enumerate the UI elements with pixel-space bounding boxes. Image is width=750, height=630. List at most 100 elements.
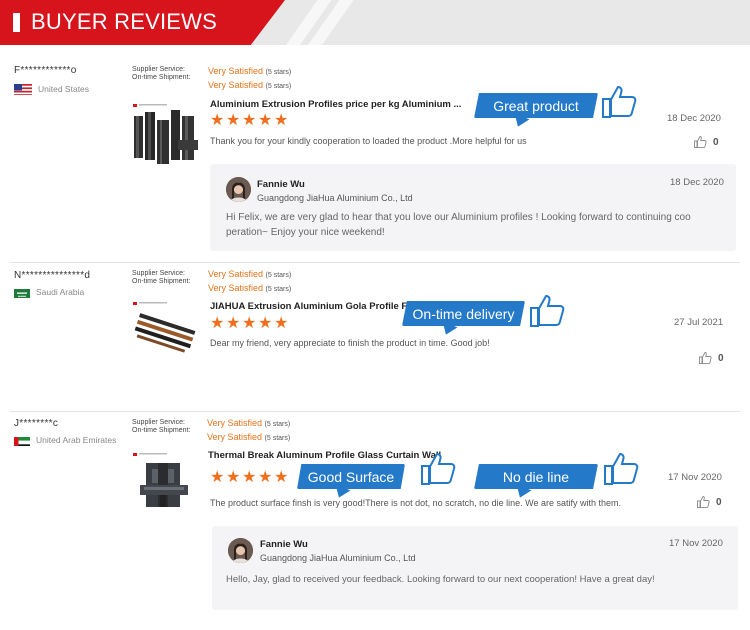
thumbs-up-icon [604,452,639,485]
avatar [228,538,253,563]
buyer-name: J********c [14,418,59,429]
thumbs-up-icon [530,294,565,327]
reviews-header-banner: BUYER REVIEWS [0,0,750,45]
review-comment: The product surface finsh is very good!T… [210,498,622,508]
product-thumbnail[interactable] [130,100,202,166]
product-title-link[interactable]: Thermal Break Aluminum Profile Glass Cur… [208,450,441,461]
rating-note: (5 stars) [265,286,292,293]
product-thumbnail[interactable] [130,298,202,364]
banner-marker [13,13,20,32]
buyer-name: F************o [14,65,77,76]
service-labels: Supplier Service: On-time Shipment: [132,419,190,435]
service-ratings: Very Satisfied (5 stars) Very Satisfied … [207,417,290,445]
on-time-shipment-label: On-time Shipment: [132,278,191,285]
rating-note: (5 stars) [265,272,292,279]
service-labels: Supplier Service: On-time Shipment: [132,66,190,82]
flag-uae-icon [14,435,30,446]
star-icon: ★ [274,469,289,486]
star-icon: ★ [274,315,289,332]
star-icon: ★ [226,469,241,486]
shipment-rating: Very Satisfied [208,283,264,293]
buyer-country: United Arab Emirates [14,434,116,446]
rating-note: (5 stars) [265,69,292,76]
thumbs-up-icon [699,352,712,365]
flag-sa-icon [14,287,30,298]
product-thumbnail[interactable] [130,449,202,515]
supplier-service-label: Supplier Service: [132,270,185,277]
buyer-country: United States [14,83,89,95]
supplier-service-rating: Very Satisfied [208,269,264,279]
service-labels: Supplier Service: On-time Shipment: [132,270,190,286]
star-icon: ★ [226,315,241,332]
on-time-shipment-label: On-time Shipment: [132,427,191,434]
supplier-service-label: Supplier Service: [132,419,185,426]
thumbs-up-icon [694,136,707,149]
thumbs-up-icon [421,452,456,485]
review-comment: Dear my friend, very appreciate to finis… [210,338,490,348]
reply-company: Guangdong JiaHua Aluminium Co., Ltd [257,193,413,203]
like-count: 0 [713,136,719,148]
country-name: United Arab Emirates [36,435,117,445]
service-ratings: Very Satisfied (5 stars) Very Satisfied … [208,268,291,296]
supplier-reply: Fannie Wu Guangdong JiaHua Aluminium Co.… [212,526,738,610]
reply-text: Hello, Jay, glad to received your feedba… [226,574,655,585]
like-button[interactable]: 0 [696,495,722,509]
supplier-reply: Fannie Wu Guangdong JiaHua Aluminium Co.… [210,164,736,251]
reply-author-name: Fannie Wu [257,179,305,190]
star-icon: ★ [258,315,273,332]
like-button[interactable]: 0 [693,135,719,149]
buyer-country: Saudi Arabia [14,286,84,298]
country-name: United States [38,84,90,94]
review-date: 17 Nov 2020 [668,472,722,483]
divider [10,262,740,263]
star-icon: ★ [242,315,257,332]
like-count: 0 [716,496,722,508]
shipment-rating: Very Satisfied [207,432,263,442]
review-date: 27 Jul 2021 [674,317,724,328]
supplier-service-label: Supplier Service: [132,66,185,73]
review-card: F************o United States Supplier Se… [0,52,750,260]
rating-note: (5 stars) [264,435,291,442]
tag-no-die-line: No die line [474,464,598,489]
rating-note: (5 stars) [264,421,291,428]
reply-text-line: peration~ Enjoy your nice weekend! [226,227,385,238]
product-title-link[interactable]: Aluminium Extrusion Profiles price per k… [210,99,461,110]
star-rating: ★ ★ ★ ★ ★ [210,469,290,486]
reply-date: 18 Dec 2020 [670,177,724,188]
avatar [226,177,251,202]
reply-text: Hi Felix, we are very glad to hear that … [226,210,731,240]
review-comment: Thank you for your kindly cooperation to… [210,136,527,146]
star-icon: ★ [210,315,225,332]
review-card: J********c United Arab Emirates Supplier… [0,413,750,630]
like-button[interactable]: 0 [698,351,724,365]
star-icon: ★ [210,469,225,486]
reply-date: 17 Nov 2020 [669,538,723,549]
tag-good-surface: Good Surface [297,464,405,489]
reply-company: Guangdong JiaHua Aluminium Co., Ltd [260,553,416,563]
buyer-name: N***************d [14,270,91,281]
supplier-service-rating: Very Satisfied [207,418,263,428]
star-icon: ★ [258,112,273,129]
country-name: Saudi Arabia [36,287,85,297]
supplier-service-rating: Very Satisfied [208,66,264,76]
thumbs-up-icon [697,496,710,509]
tag-great-product: Great product [474,93,598,118]
star-icon: ★ [258,469,273,486]
star-icon: ★ [210,112,225,129]
flag-us-icon [14,83,32,95]
review-date: 18 Dec 2020 [667,113,721,124]
thumbs-up-icon [602,85,637,118]
star-rating: ★ ★ ★ ★ ★ [210,315,290,332]
service-ratings: Very Satisfied (5 stars) Very Satisfied … [208,65,291,93]
like-count: 0 [718,352,724,364]
on-time-shipment-label: On-time Shipment: [132,74,191,81]
star-rating: ★ ★ ★ ★ ★ [210,112,290,129]
divider [10,411,740,412]
shipment-rating: Very Satisfied [208,80,264,90]
star-icon: ★ [242,112,257,129]
review-card: N***************d Saudi Arabia Supplier … [0,264,750,410]
star-icon: ★ [242,469,257,486]
reply-author-name: Fannie Wu [260,539,308,550]
reply-text-line: Hi Felix, we are very glad to hear that … [226,212,691,223]
rating-note: (5 stars) [265,83,292,90]
